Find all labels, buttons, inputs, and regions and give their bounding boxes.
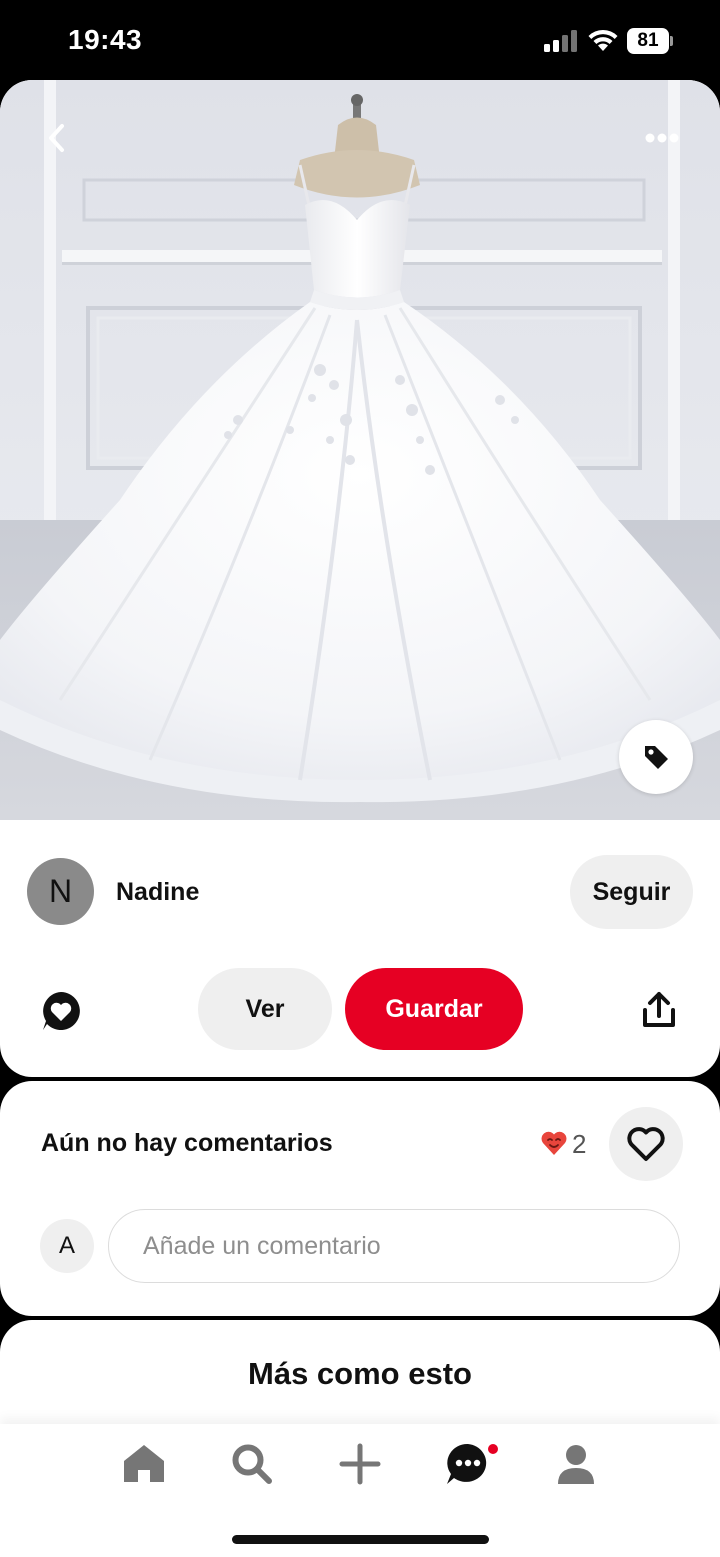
pin-image[interactable]: [0, 80, 720, 820]
comments-title: Aún no hay comentarios: [41, 1129, 333, 1157]
reaction-count: 2: [572, 1129, 587, 1159]
cellular-signal-icon: [544, 30, 580, 52]
home-icon: [124, 1445, 164, 1482]
save-button[interactable]: Guardar: [345, 968, 523, 1050]
search-icon: [232, 1444, 272, 1484]
heart-outline-icon: [627, 1127, 665, 1161]
wifi-icon: [586, 26, 620, 52]
status-bar: 19:43 81: [0, 0, 720, 80]
author-row: N Nadine Seguir: [0, 820, 720, 950]
comment-button[interactable]: [40, 990, 82, 1037]
comments-card: Aún no hay comentarios 2 A: [0, 1081, 720, 1316]
status-time: 19:43: [68, 24, 143, 55]
author-name[interactable]: Nadine: [116, 878, 199, 907]
tab-profile[interactable]: [552, 1440, 600, 1488]
view-button[interactable]: Ver: [198, 968, 332, 1050]
battery-indicator: 81: [627, 28, 673, 54]
back-button[interactable]: [36, 116, 80, 160]
pin-action-row: Ver Guardar: [0, 968, 720, 1052]
plus-icon: [339, 1443, 381, 1485]
more-options-button[interactable]: [636, 120, 688, 156]
share-button[interactable]: [640, 990, 678, 1035]
tab-search[interactable]: [228, 1440, 276, 1488]
chevron-left-icon: [49, 124, 64, 152]
pin-card: N Nadine Seguir Ver Guardar: [0, 80, 720, 1077]
tab-home[interactable]: [120, 1440, 168, 1488]
messages-icon: [447, 1443, 487, 1484]
notification-badge: [486, 1442, 500, 1456]
home-indicator: [232, 1535, 489, 1544]
like-button[interactable]: [609, 1107, 683, 1181]
tab-bar: [0, 1424, 720, 1557]
tab-messages[interactable]: [444, 1440, 492, 1488]
heart-face-icon: [541, 1131, 567, 1155]
shop-tag-button[interactable]: [619, 720, 693, 794]
follow-button[interactable]: Seguir: [570, 855, 693, 929]
share-icon: [643, 992, 675, 1027]
tag-icon: [645, 746, 668, 769]
profile-icon: [558, 1445, 594, 1484]
current-user-avatar: A: [40, 1219, 94, 1273]
comment-heart-icon: [43, 992, 80, 1030]
author-avatar[interactable]: N: [27, 858, 94, 925]
tab-create[interactable]: [336, 1440, 384, 1488]
battery-level: 81: [627, 28, 669, 54]
ellipsis-icon: [645, 133, 679, 143]
comment-input[interactable]: [108, 1209, 680, 1283]
more-like-this-title: Más como esto: [248, 1356, 472, 1391]
